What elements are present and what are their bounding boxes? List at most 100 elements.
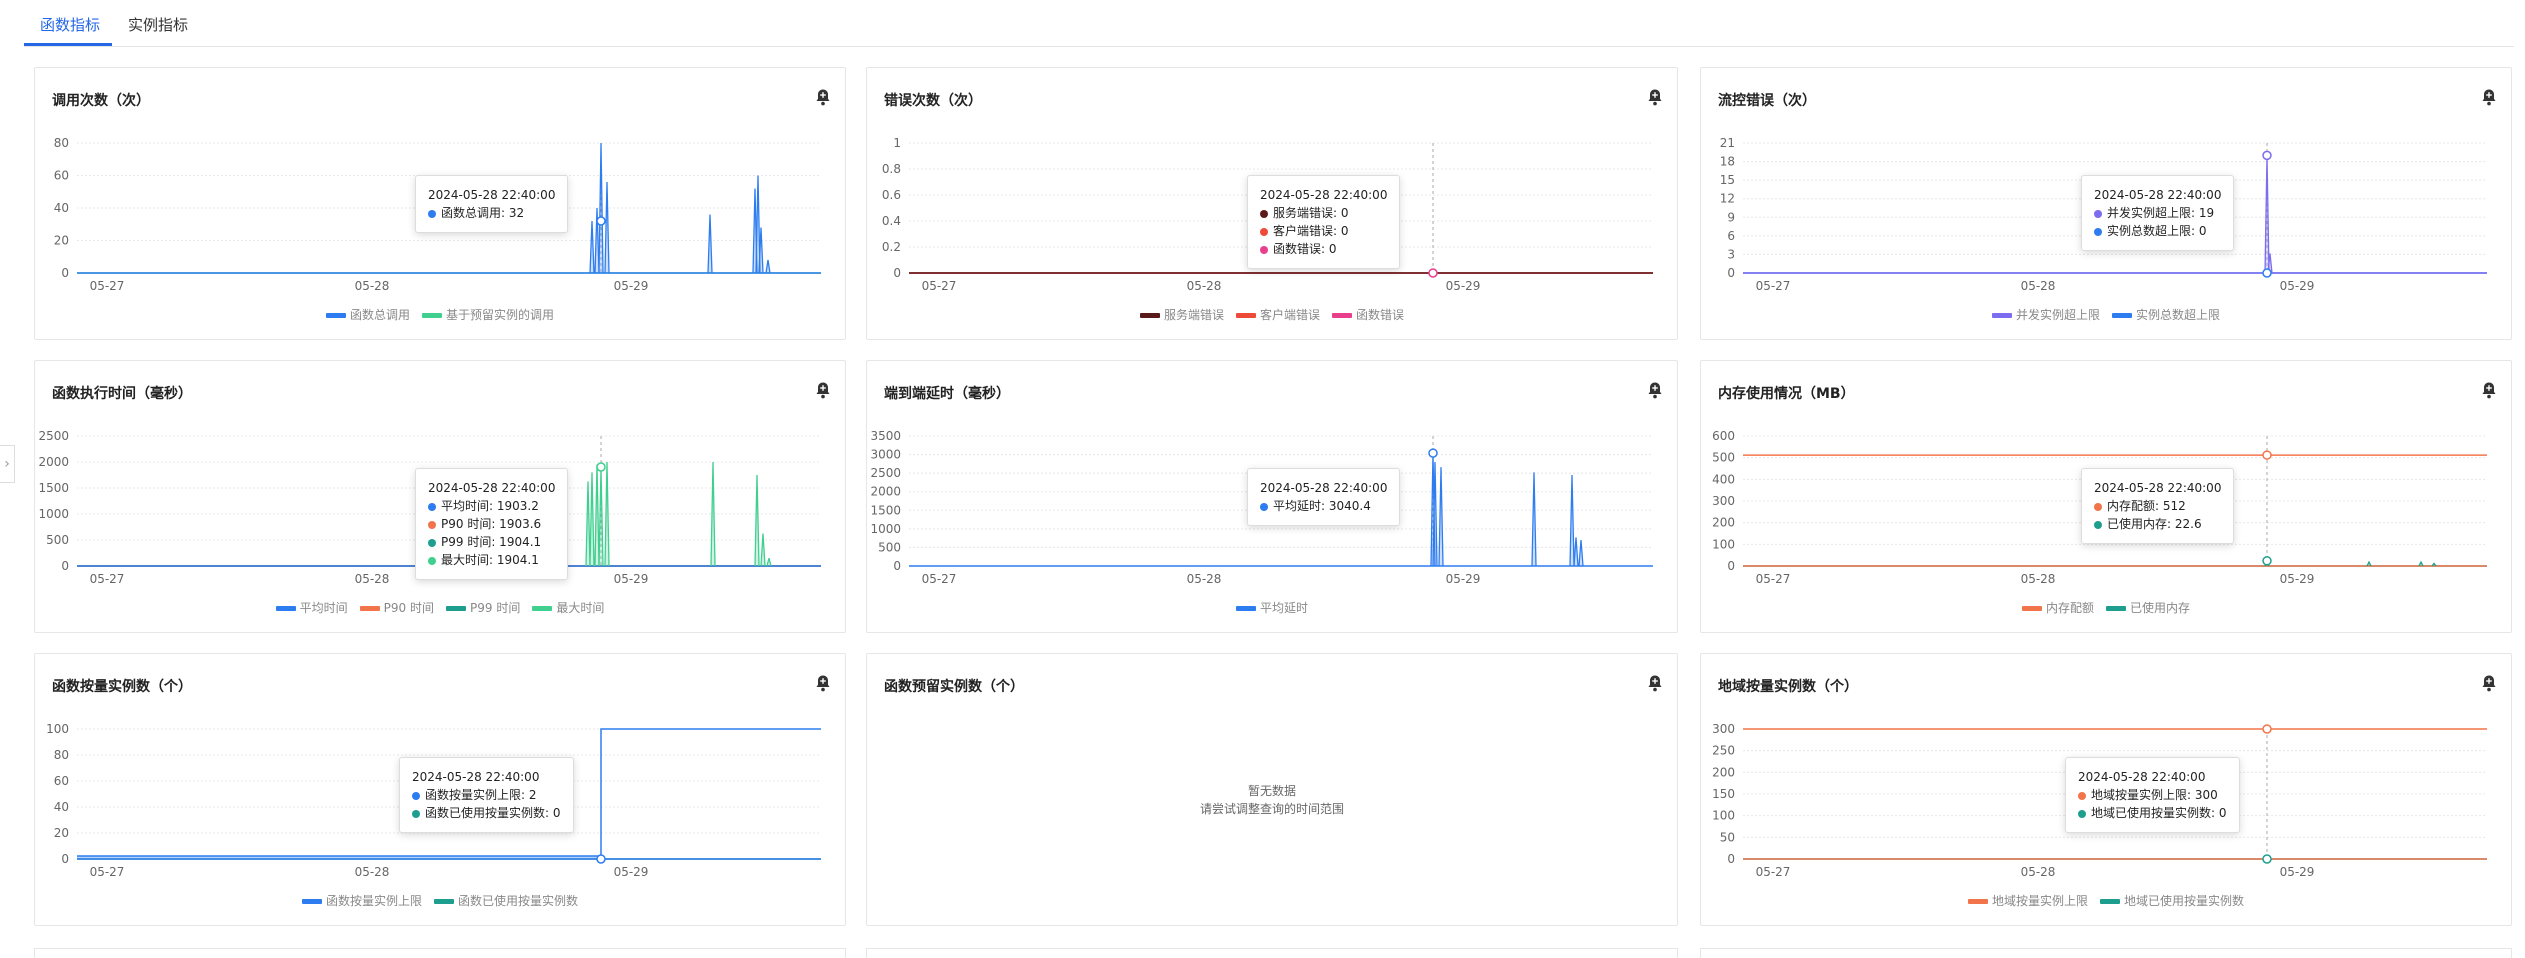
y-tick-label: 0.6: [882, 188, 901, 202]
chart-tooltip: 2024-05-28 22:40:00 函数按量实例上限: 2 函数已使用按量实例数…: [399, 757, 574, 833]
series-spike: [710, 461, 716, 567]
hover-marker: [1428, 448, 1438, 458]
chart-tooltip: 2024-05-28 22:40:00 平均时间: 1903.2 P90 时间: 1…: [415, 468, 569, 580]
tooltip-value: 内存配额: 512: [2107, 499, 2186, 513]
tooltip-time: 2024-05-28 22:40:00: [428, 188, 556, 202]
metric-card: 函数预留实例数（个） 暂无数据 请尝试调整查询的时间范围: [866, 653, 1678, 926]
y-tick-label: 21: [1720, 136, 1735, 150]
hover-marker: [596, 462, 606, 472]
tooltip-row: 函数总调用: 32: [428, 204, 555, 222]
tab-function-metrics[interactable]: 函数指标: [40, 14, 100, 35]
series-spike: [2264, 155, 2270, 274]
tooltip-value: 最大时间: 1904.1: [441, 553, 539, 567]
legend-label: 函数错误: [1356, 308, 1405, 322]
y-tick-label: 500: [878, 540, 901, 554]
y-tick-label: 0: [1727, 266, 1735, 280]
tooltip-value: 平均延时: 3040.4: [1273, 499, 1371, 513]
legend-item[interactable]: 地域按量实例上限: [1967, 892, 2088, 909]
metric-card: 地域按量实例数（个） 0 50 100 150 200 250 300 05-27 05-28 05…: [1700, 653, 2512, 926]
legend-swatch: [446, 606, 466, 611]
chart-tooltip: 2024-05-28 22:40:00 函数总调用: 32: [415, 175, 569, 233]
series-spike: [765, 259, 771, 274]
hover-marker: [2262, 268, 2272, 278]
legend-item[interactable]: 函数按量实例上限: [301, 892, 422, 909]
tooltip-value: 函数错误: 0: [1273, 242, 1337, 256]
legend-item[interactable]: P99 时间: [446, 599, 520, 616]
tooltip-dot: [428, 520, 436, 529]
legend-label: P90 时间: [383, 601, 434, 615]
legend-item[interactable]: 内存配额: [2021, 599, 2094, 616]
tooltip-value: P99 时间: 1904.1: [441, 535, 542, 549]
y-tick-label: 6: [1727, 229, 1735, 243]
chart-legend: 服务端错误 客户端错误 函数错误: [867, 306, 1677, 323]
tooltip-dot: [412, 809, 420, 818]
y-tick-label: 0.8: [882, 162, 901, 176]
chart-legend: 平均延时: [867, 599, 1677, 616]
legend-item[interactable]: 基于预留实例的调用: [422, 306, 554, 323]
chevron-right-icon[interactable]: ›: [0, 445, 15, 483]
metric-card: 函数按量实例数（个） 0 20 40 60 80 100 05-27 05-28 05-29 函数按…: [34, 653, 846, 926]
x-tick-label: 05-28: [2021, 865, 2056, 879]
tooltip-dot: [428, 556, 436, 565]
tooltip-row: 函数按量实例上限: 2: [412, 786, 561, 804]
y-tick-label: 2500: [38, 429, 69, 443]
legend-item[interactable]: 函数总调用: [325, 306, 410, 323]
bell-icon[interactable]: [1647, 674, 1663, 692]
y-tick-label: 0: [893, 559, 901, 573]
y-tick-label: 0: [1727, 852, 1735, 866]
empty-state-hint: 请尝试调整查询的时间范围: [1199, 802, 1344, 816]
legend-swatch: [1967, 899, 1988, 904]
legend-item[interactable]: P90 时间: [359, 599, 434, 616]
tooltip-time: 2024-05-28 22:40:00: [1260, 481, 1388, 495]
x-tick-label: 05-29: [1446, 572, 1481, 586]
y-tick-label: 2000: [870, 485, 901, 499]
series-spike: [1569, 474, 1575, 567]
x-tick-label: 05-27: [90, 865, 125, 879]
tooltip-value: 平均时间: 1903.2: [441, 499, 539, 513]
y-tick-label: 100: [1712, 809, 1735, 823]
tooltip-value: 服务端错误: 0: [1273, 206, 1349, 220]
hover-marker: [1428, 268, 1438, 278]
series-spike: [589, 220, 595, 274]
tooltip-dot: [1260, 227, 1268, 236]
tooltip-value: 地域按量实例上限: 300: [2091, 788, 2218, 802]
y-tick-label: 400: [1712, 472, 1735, 486]
legend-item[interactable]: 客户端错误: [1235, 306, 1320, 323]
y-tick-label: 40: [54, 800, 69, 814]
legend-item[interactable]: 平均延时: [1235, 599, 1308, 616]
legend-label: 客户端错误: [1259, 308, 1320, 322]
legend-label: P99 时间: [470, 601, 521, 615]
tooltip-dot: [2094, 502, 2102, 511]
tooltip-row: 平均时间: 1903.2: [428, 497, 555, 515]
y-tick-label: 2000: [38, 455, 69, 469]
y-tick-label: 1: [893, 136, 901, 150]
chart-tooltip: 2024-05-28 22:40:00 平均延时: 3040.4: [1247, 468, 1401, 526]
legend-item[interactable]: 平均时间: [275, 599, 348, 616]
series-spike: [1578, 539, 1584, 567]
tab-instance-metrics[interactable]: 实例指标: [128, 14, 188, 35]
legend-item[interactable]: 函数错误: [1332, 306, 1404, 323]
legend-item[interactable]: 并发实例超上限: [1991, 306, 2100, 323]
tooltip-time: 2024-05-28 22:40:00: [2094, 481, 2222, 495]
legend-item[interactable]: 地域已使用按量实例数: [2100, 892, 2244, 909]
x-tick-label: 05-27: [922, 572, 957, 586]
legend-swatch: [1332, 313, 1352, 318]
y-tick-label: 500: [1712, 451, 1735, 465]
legend-swatch: [1991, 313, 2012, 318]
legend-item[interactable]: 最大时间: [532, 599, 604, 616]
legend-item[interactable]: 函数已使用按量实例数: [434, 892, 578, 909]
chart-tooltip: 2024-05-28 22:40:00 服务端错误: 0 客户端错误: 0 函数错误:…: [1247, 175, 1401, 269]
y-tick-label: 3500: [870, 429, 901, 443]
series-spike: [2418, 560, 2424, 567]
legend-label: 并发实例超上限: [2015, 308, 2100, 322]
hover-marker: [2262, 150, 2272, 161]
series-spike: [589, 472, 595, 567]
legend-swatch: [275, 606, 296, 611]
x-tick-label: 05-29: [1446, 279, 1481, 293]
series-spike: [707, 214, 713, 274]
hover-marker: [596, 216, 606, 226]
legend-item[interactable]: 已使用内存: [2106, 599, 2190, 616]
x-tick-label: 05-28: [1187, 279, 1222, 293]
legend-item[interactable]: 服务端错误: [1139, 306, 1224, 323]
legend-item[interactable]: 实例总数超上限: [2112, 306, 2220, 323]
